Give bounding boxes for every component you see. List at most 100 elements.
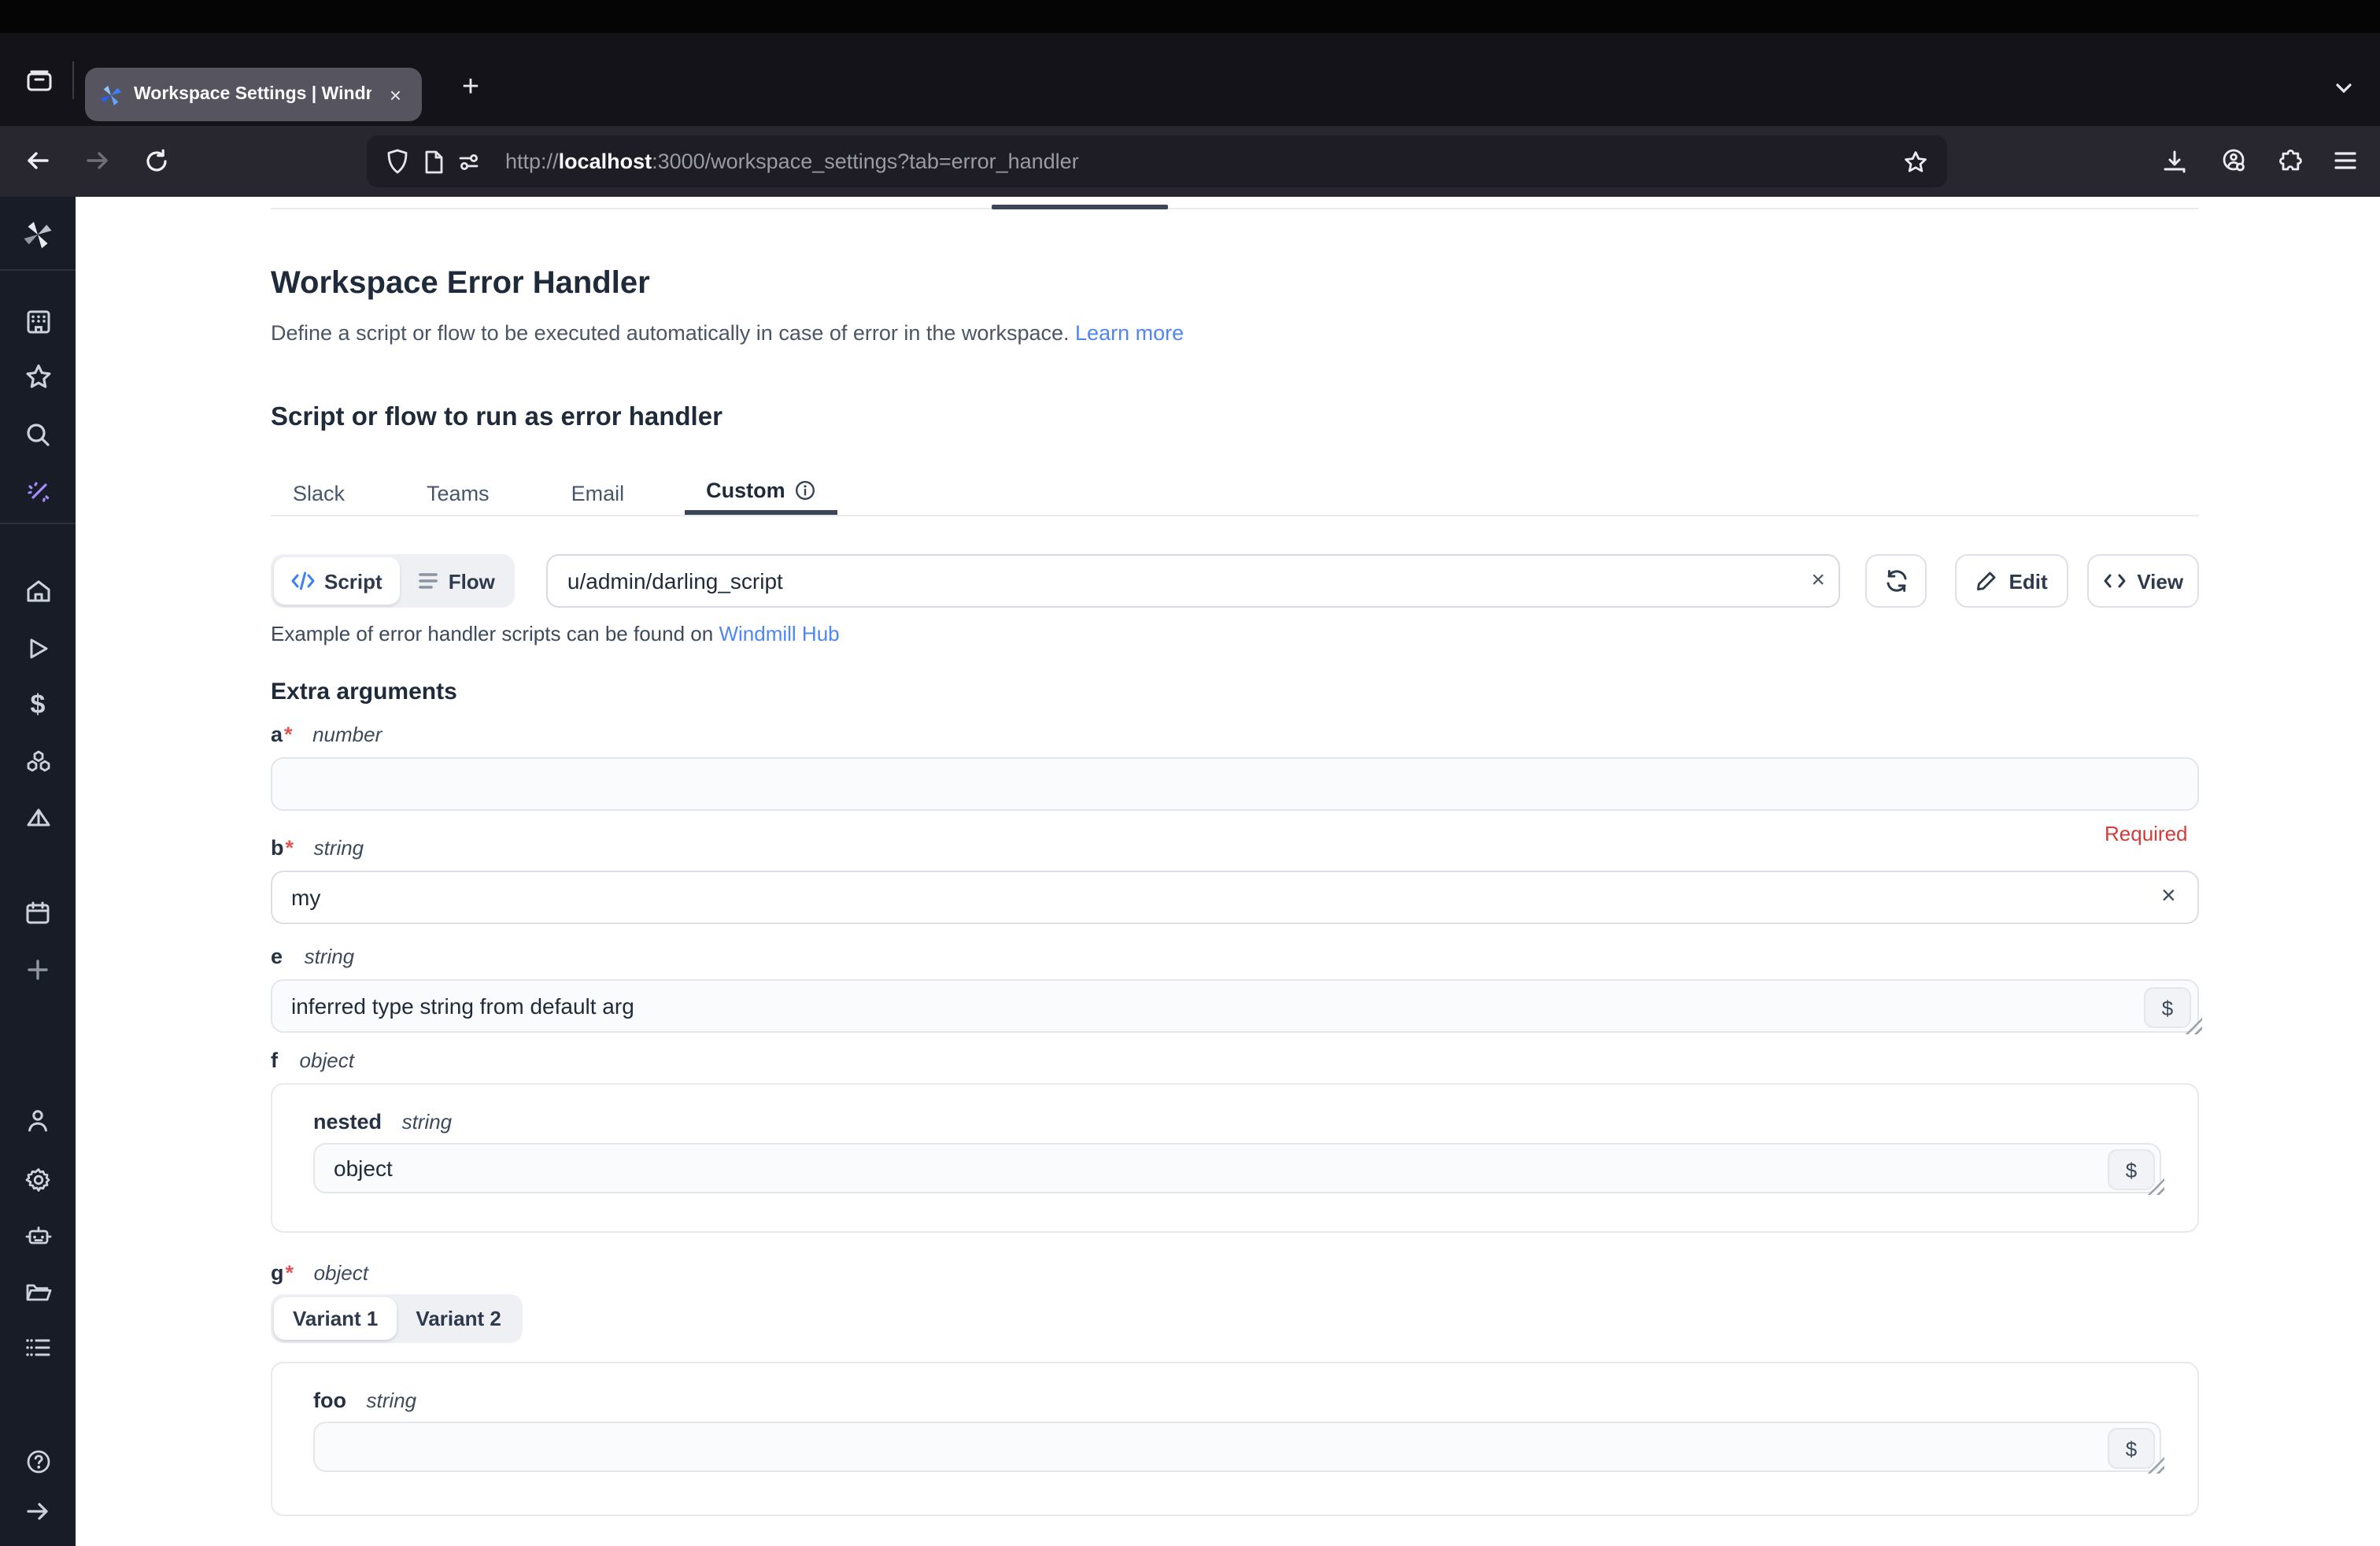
settings-tabs-divider	[271, 208, 2199, 209]
field-input-nested[interactable]	[313, 1143, 2161, 1193]
account-button[interactable]	[2208, 135, 2259, 186]
sidebar-item-add[interactable]	[0, 943, 76, 997]
field-label-nested: nested string	[313, 1110, 452, 1134]
sidebar-item-settings[interactable]	[0, 1152, 76, 1206]
field-foo-dollar-button[interactable]: $	[2108, 1428, 2155, 1469]
tab-slack[interactable]: Slack	[271, 464, 367, 515]
tab-teams[interactable]: Teams	[405, 464, 512, 515]
sidebar-item-resources[interactable]	[0, 734, 76, 787]
field-input-a[interactable]	[271, 757, 2199, 811]
field-input-foo[interactable]	[313, 1422, 2161, 1472]
field-a-required-error: Required	[2105, 822, 2188, 845]
code-brackets-icon	[2102, 571, 2126, 590]
bookmark-star-icon[interactable]	[1894, 139, 1938, 183]
downloads-button[interactable]	[2149, 135, 2199, 186]
sidebar-expand-button[interactable]	[0, 1485, 76, 1538]
clear-path-icon[interactable]: ×	[1811, 565, 1825, 597]
menu-button[interactable]	[2320, 135, 2371, 186]
reload-button[interactable]	[131, 135, 181, 186]
browser-window: Workspace Settings | Windmill × +	[0, 0, 2380, 1546]
sidebar-item-ai[interactable]	[0, 464, 76, 518]
url-bar[interactable]: http://localhost:3000/workspace_settings…	[367, 135, 1947, 187]
toggle-script[interactable]: Script	[274, 557, 400, 605]
extensions-button[interactable]	[2265, 135, 2315, 186]
sidebar-item-workspace[interactable]	[0, 294, 76, 348]
learn-more-link[interactable]: Learn more	[1075, 321, 1184, 345]
field-b-clear-icon[interactable]: ×	[2161, 885, 2176, 910]
edit-button[interactable]: Edit	[1956, 554, 2068, 608]
tab-custom[interactable]: Custom	[684, 464, 837, 515]
sidebar-item-search[interactable]	[0, 408, 76, 461]
flow-icon	[417, 571, 439, 590]
sidebar-item-variables[interactable]: $	[0, 679, 76, 732]
refresh-button[interactable]	[1866, 554, 1927, 608]
forward-button[interactable]	[72, 135, 123, 186]
sidebar-item-logs[interactable]	[0, 1321, 76, 1374]
chevron-down-icon	[2333, 77, 2355, 99]
sidebar-item-favorites[interactable]	[0, 350, 76, 403]
back-button[interactable]	[13, 135, 63, 186]
tab-email[interactable]: Email	[549, 464, 647, 515]
field-label-e: e string	[271, 945, 354, 968]
sidebar-divider	[0, 523, 76, 524]
field-label-foo: foo string	[313, 1389, 416, 1412]
windmill-hub-link[interactable]: Windmill Hub	[719, 622, 839, 645]
browser-tab[interactable]: Workspace Settings | Windmill ×	[85, 68, 422, 121]
tab-close-icon[interactable]: ×	[383, 81, 408, 108]
windmill-logo[interactable]	[0, 208, 76, 261]
plus-icon: +	[462, 71, 479, 105]
settings-page: Workspace Error Handler Define a script …	[76, 197, 2380, 1546]
sidebar-item-workers[interactable]	[0, 1208, 76, 1261]
variant-toggle: Variant 1 Variant 2	[271, 1294, 523, 1343]
field-label-b: b* string	[271, 836, 364, 860]
sidebar-item-schedules[interactable]	[0, 792, 76, 845]
script-flow-toggle: Script Flow	[271, 554, 516, 608]
variant-1-tab[interactable]: Variant 1	[274, 1297, 397, 1340]
field-input-b[interactable]	[271, 871, 2199, 924]
sidebar-item-runs[interactable]	[0, 622, 76, 675]
tab-title: Workspace Settings | Windmill	[134, 85, 372, 104]
settings-active-tab-underline	[992, 205, 1168, 209]
sidebar-item-folders[interactable]	[0, 1264, 76, 1318]
page-title: Workspace Error Handler	[271, 266, 650, 302]
sidebar-item-users[interactable]	[0, 1094, 76, 1148]
field-input-e[interactable]	[271, 979, 2199, 1033]
hub-note: Example of error handler scripts can be …	[271, 622, 840, 645]
script-path-input[interactable]	[547, 554, 1841, 608]
field-e-dollar-button[interactable]: $	[2144, 987, 2191, 1028]
section-title: Script or flow to run as error handler	[271, 403, 722, 433]
firefox-view-button[interactable]	[16, 57, 63, 104]
sidebar-item-home[interactable]	[0, 564, 76, 617]
permissions-toggles-icon[interactable]	[458, 150, 485, 172]
new-tab-button[interactable]: +	[447, 65, 494, 112]
code-icon	[291, 571, 315, 590]
handler-channel-tabs: Slack Teams Email Custom	[271, 464, 2199, 516]
field-label-f: f object	[271, 1049, 354, 1072]
list-all-tabs-button[interactable]	[2320, 65, 2367, 112]
field-label-g: g* object	[271, 1261, 368, 1285]
sidebar-item-calendar[interactable]	[0, 886, 76, 940]
window-top-strip	[0, 0, 2380, 33]
field-nested-dollar-button[interactable]: $	[2108, 1149, 2155, 1190]
page-description: Define a script or flow to be executed a…	[271, 321, 1184, 345]
page-info-icon[interactable]	[423, 149, 444, 174]
extra-arguments-title: Extra arguments	[271, 679, 457, 705]
firefox-view-icon	[25, 66, 54, 94]
info-icon	[795, 480, 815, 501]
variant-2-tab[interactable]: Variant 2	[397, 1297, 519, 1340]
tab-strip-separator	[72, 61, 74, 99]
url-text[interactable]: http://localhost:3000/workspace_settings…	[505, 150, 1879, 173]
field-label-a: a* number	[271, 723, 382, 746]
script-picker-row: Script Flow × Edit	[271, 554, 2199, 608]
view-button[interactable]: View	[2086, 554, 2199, 608]
pencil-icon	[1976, 570, 1998, 592]
browser-toolbar: http://localhost:3000/workspace_settings…	[0, 126, 2380, 197]
app-sidebar: $	[0, 197, 76, 1546]
windmill-favicon	[99, 83, 123, 106]
toggle-flow[interactable]: Flow	[400, 557, 512, 605]
sidebar-item-help[interactable]	[0, 1434, 76, 1488]
tab-strip: Workspace Settings | Windmill × +	[0, 33, 2380, 126]
shield-icon[interactable]	[386, 148, 409, 175]
script-path-field: ×	[547, 554, 1841, 608]
sidebar-divider	[0, 269, 76, 271]
